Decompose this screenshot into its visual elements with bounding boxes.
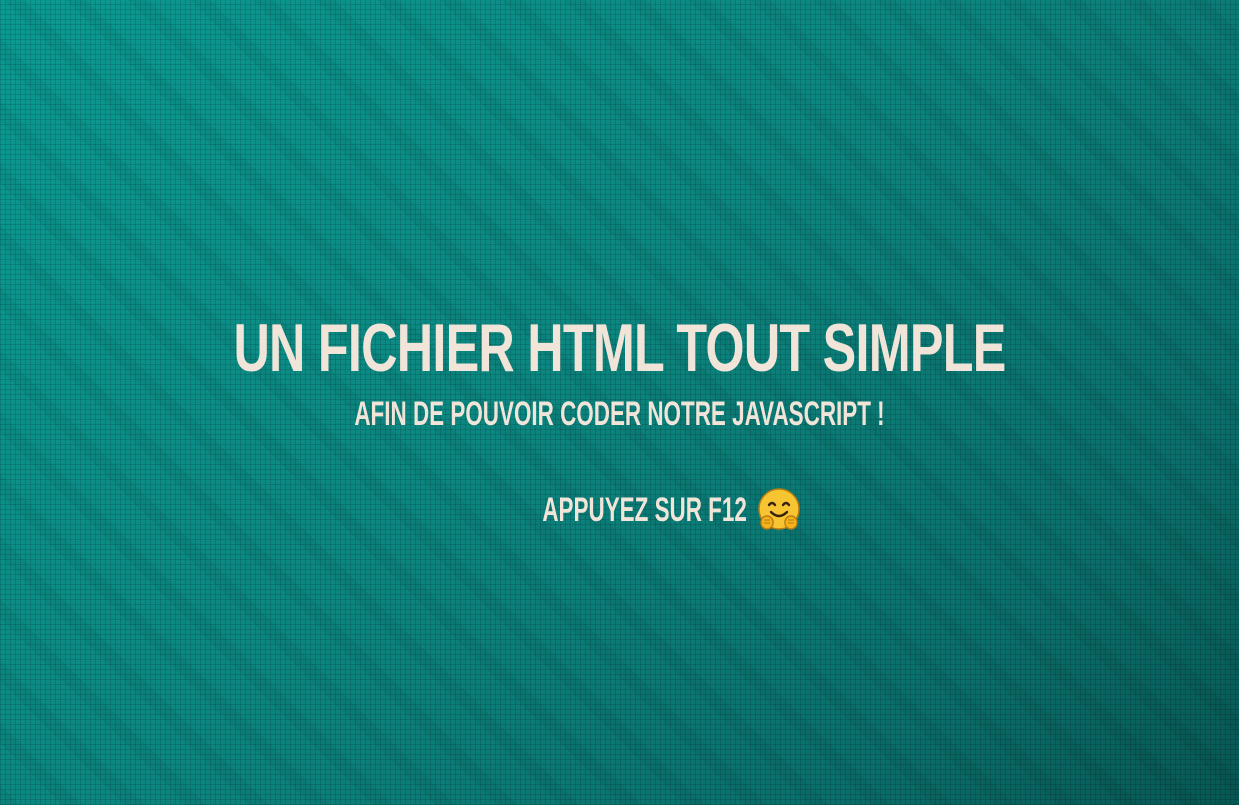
- hint-text: APPUYEZ SUR F12: [541, 491, 747, 529]
- hint-row: APPUYEZ SUR F12: [0, 488, 1239, 532]
- hugging-face-emoji-icon: [756, 487, 802, 533]
- page-content: UN FICHIER HTML TOUT SIMPLE AFIN DE POUV…: [0, 0, 1239, 805]
- page-subtitle: AFIN DE POUVOIR CODER NOTRE JAVASCRIPT !: [354, 395, 885, 433]
- page-title: UN FICHIER HTML TOUT SIMPLE: [233, 309, 1006, 386]
